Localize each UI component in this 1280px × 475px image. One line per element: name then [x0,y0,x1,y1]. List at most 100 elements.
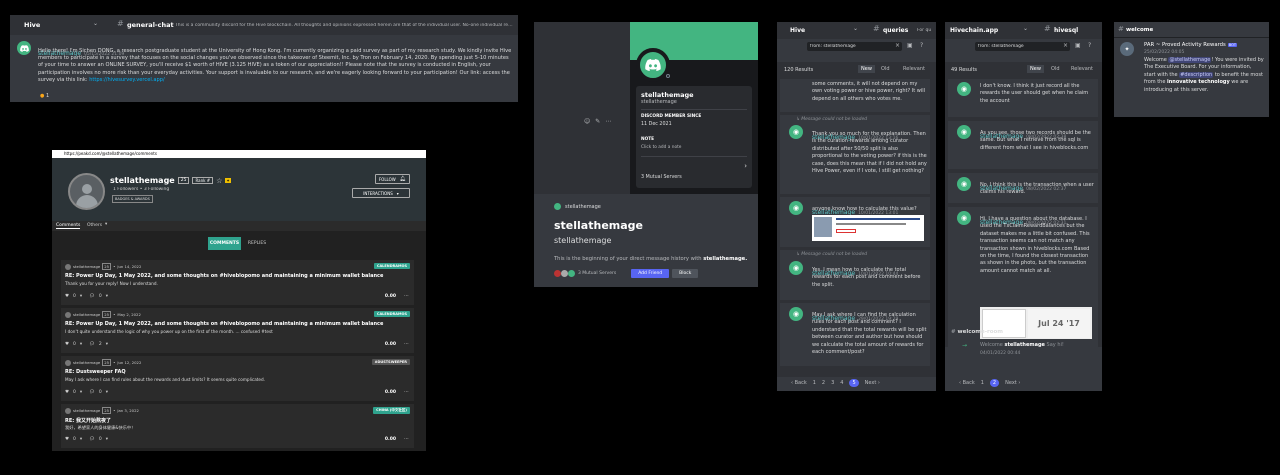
emoji-icon[interactable]: ☺ [584,118,590,125]
note-input[interactable]: Click to add a note [641,145,681,150]
chevron-down-icon[interactable]: ⌄ [1023,25,1028,32]
page-3[interactable]: 3 [831,380,834,386]
comment-icon[interactable]: 💬︎ [89,437,95,442]
page-1[interactable]: 1 [981,380,984,386]
channel-name[interactable]: hivesql [1054,27,1078,34]
avatar[interactable] [17,41,31,55]
chevron-down-icon[interactable]: ⌄ [93,20,98,27]
post-payout[interactable]: 0.00 [385,437,396,442]
avatar[interactable]: ◉ [957,177,971,191]
sort-new[interactable]: New [858,65,875,73]
chevron-down-icon[interactable]: ⌄ [853,25,858,32]
post-title[interactable]: RE: Power Up Day, 1 May 2022, and some t… [65,321,410,327]
list-item[interactable]: ↳ Message could not be loaded ◉ stellath… [780,250,930,300]
mutual-servers-small[interactable]: 3 Mutual Servers [578,271,616,276]
avatar[interactable]: ◉ [789,125,803,139]
profile-avatar[interactable] [68,173,105,210]
badges-button[interactable]: BADGES & AWARDS [112,195,153,203]
help-icon[interactable]: ? [920,42,923,49]
channel-name[interactable]: general-chat [127,21,174,29]
welcome-user[interactable]: stellathemage [1004,342,1044,348]
close-icon[interactable]: × [1063,42,1068,49]
post-payout[interactable]: 0.00 [385,294,396,299]
list-item[interactable]: ◉ stellathemage 08/02/2022 02:31 Hi, I ha… [948,207,1098,344]
more-icon[interactable]: ⋯ [605,118,611,125]
tab-others[interactable]: Others [87,223,102,228]
heart-icon[interactable]: ♥ [65,294,69,299]
tab-comments[interactable]: Comments [56,223,81,229]
next-button[interactable]: Next › [1005,380,1020,386]
list-item[interactable]: ◉ stellathemage 29/01/2022 19:29 May I as… [780,303,930,366]
list-item[interactable]: stellathemage 25 • Jan 3, 2022 CHINA (中文社… [61,404,414,448]
share-icon[interactable]: ⋯ [404,341,409,347]
star-icon[interactable]: ☆ [216,177,222,185]
heart-icon[interactable]: ♥ [65,390,69,395]
back-button[interactable]: ‹ Back [791,380,807,386]
list-item[interactable]: stellathemage 25 • Jun 14, 2022 CALENDRAM… [61,260,414,305]
comment-icon[interactable]: 💬︎ [89,342,95,347]
reaction[interactable]: ● 1 [40,93,49,99]
page-1[interactable]: 1 [813,380,816,386]
page-5[interactable]: 5 [849,379,859,387]
community-tag[interactable]: CALENDRAMOS [373,263,410,269]
attachment-image[interactable]: Jul 24 '17 [980,307,1092,340]
list-item[interactable]: ◉ I don't know. I think it just record a… [948,79,1098,117]
comment-icon[interactable]: 💬︎ [89,294,95,299]
list-item[interactable]: ◉ stellathemage 08/02/2022 02:37 No, I th… [948,173,1098,203]
sort-relevant[interactable]: Relevant [1071,66,1093,72]
avatar[interactable]: ◉ [789,201,803,215]
avatar[interactable]: ◉ [957,82,971,96]
server-name[interactable]: Hive [790,27,805,34]
sort-old[interactable]: Old [881,66,890,72]
avatar[interactable]: ◉ [957,125,971,139]
avatar[interactable]: ◉ [789,307,803,321]
subtab-replies[interactable]: REPLIES [245,237,269,250]
next-button[interactable]: Next › [865,380,880,386]
user-mention[interactable]: @stellathemage [1168,57,1212,63]
page-2[interactable]: 2 [822,380,825,386]
help-icon[interactable]: ? [1088,42,1091,49]
follow-button[interactable]: FOLLOW 🔔︎ [375,174,410,184]
url-text[interactable]: https://peakd.com/@stellathemage/comment… [64,151,157,156]
post-author[interactable]: stellathemage [73,264,100,269]
welcome-message[interactable]: → Welcome stellathemage Say hi! 04/01/20… [948,339,1098,363]
comment-icon[interactable]: 💬︎ [89,390,95,395]
heart-icon[interactable]: ♥ [65,437,69,442]
sort-relevant[interactable]: Relevant [903,66,925,72]
channel-name[interactable]: queries [883,27,908,34]
subtab-comments[interactable]: COMMENTS [208,237,241,250]
list-item[interactable]: ◉ stellathemage 08/02/2022 02:38 As you s… [948,121,1098,169]
list-item[interactable]: stellathemage 25 • Jun 12, 2022 #DUSTSWEE… [61,356,414,401]
list-item[interactable]: stellathemage 25 • May 2, 2022 CALENDRAMO… [61,308,414,353]
interactions-button[interactable]: INTERACTIONS ▾ [352,188,410,198]
search-input[interactable]: from: stellathemage × [975,42,1070,51]
community-tag[interactable]: #DUSTSWEEPER [371,359,410,365]
back-button[interactable]: ‹ Back [959,380,975,386]
mutual-servers-row[interactable]: 3 Mutual Servers › [641,162,747,180]
list-item[interactable]: ↳ Message could not be loaded ◉ stellath… [780,115,930,194]
welcome-room-name[interactable]: welcome-room [958,329,1003,335]
heart-icon[interactable]: ♥ [65,342,69,347]
welcome-say-hi[interactable]: Say hi! [1047,342,1064,348]
pencil-icon[interactable]: ✎ [595,118,600,125]
inbox-icon[interactable]: ▣ [1075,42,1081,49]
page-2[interactable]: 2 [989,379,1000,387]
sort-new[interactable]: New [1027,65,1044,73]
post-payout[interactable]: 0.00 [385,342,396,347]
avatar[interactable]: ◉ [789,261,803,275]
block-button[interactable]: Block [672,269,699,278]
search-input[interactable]: from: stellathemage × [807,42,902,51]
avatar[interactable]: ◉ [957,211,971,225]
post-author[interactable]: stellathemage [73,312,100,317]
channel-mention[interactable]: #description [1179,71,1214,78]
sort-old[interactable]: Old [1051,66,1060,72]
community-tag[interactable]: CALENDRAMOS [373,311,410,317]
community-tag[interactable]: CHINA (中文社区) [373,407,410,414]
list-item[interactable]: ◉ stellathemage 10/01/2022 13:01 anyone k… [780,197,930,247]
share-icon[interactable]: ⋯ [404,389,409,395]
channel-name[interactable]: welcome [1126,27,1153,33]
post-author[interactable]: stellathemage [73,408,100,413]
inbox-icon[interactable]: ▣ [907,42,913,49]
attachment-image[interactable] [812,215,924,241]
bot-name[interactable]: PAR ~ Proved Activity Rewards [1144,42,1226,48]
